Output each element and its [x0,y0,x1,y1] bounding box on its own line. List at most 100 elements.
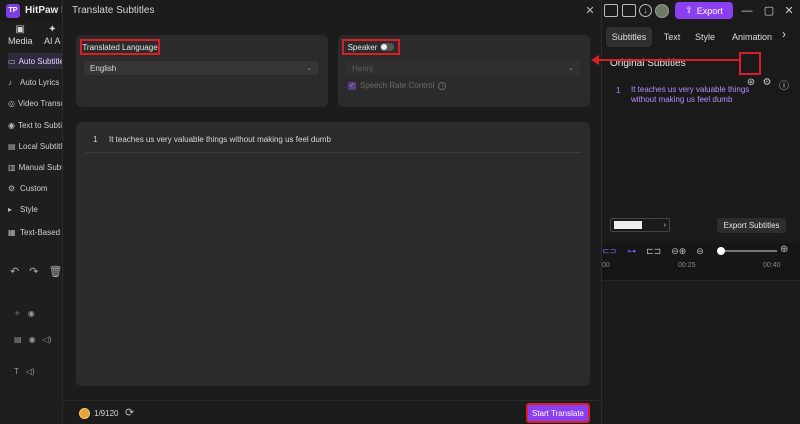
split-icon[interactable]: ⊶ [627,246,636,257]
timeline-toolbar: ⊂⊃ ⊶ ⊏⊐ ⊖⊕ ⊖ [602,246,704,257]
export-subtitles-button[interactable]: Export Subtitles [717,218,786,233]
avatar[interactable] [655,4,669,18]
export-button[interactable]: ⇪ Export [675,2,733,19]
sidebar-item-auto-lyrics[interactable]: ♪ Auto Lyrics [8,74,62,90]
style-preset-selector[interactable]: › [610,218,670,232]
zoom-slider-track[interactable] [719,250,777,252]
effect-icon[interactable]: ✧ [14,309,21,318]
checkbox-icon[interactable]: ✓ [348,81,356,90]
speech-rate-label: Speech Rate Control [360,81,435,90]
delete-icon[interactable]: 🗑 [48,265,62,278]
sidebar-item-custom[interactable]: ⚙ Custom [8,180,62,196]
timeline: ⊂⊃ ⊶ ⊏⊐ ⊖⊕ ⊖ ⊕ 00 00:25 00:40 [602,242,800,424]
maximize-icon[interactable]: ▢ [762,4,776,18]
sidebar-item-style[interactable]: ▸ Style [8,201,62,217]
speaker-card: Speaker Henry ⌄ ✓ Speech Rate Control i [338,35,590,107]
speaker-toggle[interactable] [380,43,395,51]
text-track-icon[interactable]: T [14,367,19,376]
language-select[interactable]: English ⌄ [84,61,318,75]
sidebar-item-video-transcription[interactable]: ◎ Video Transcription [8,95,62,111]
sidebar-item-manual-subtitles[interactable]: ▥ Manual Subtitles [8,159,62,175]
subtitle-text[interactable]: It teaches us very valuable things witho… [631,85,771,105]
close-icon[interactable]: ✕ [584,4,596,17]
visibility-icon[interactable]: ◉ [28,309,35,318]
ruler-tick: 00 [602,262,610,269]
edit-toolbar: ↶ ↷ 🗑 [10,265,62,278]
app-logo: TP [6,4,20,18]
left-panel: ▣ Media ✦ AI A ▭ Auto Subtitles ♪ Auto L… [0,22,62,424]
custom-icon: ⚙ [8,183,16,193]
chevron-right-icon[interactable]: › [782,27,786,41]
ruler-tick: 00:40 [763,262,781,269]
tab-subtitles[interactable]: Subtitles [606,27,652,47]
local-subtitles-icon: ▤ [8,141,16,151]
tab-style[interactable]: Style [690,27,720,47]
zoom-slider-handle[interactable] [717,247,725,255]
speaker-label: Speaker [347,42,378,52]
track-controls-1: ✧ ◉ [14,309,35,318]
annotation-arrow-head [591,55,599,65]
caret-right-icon: ▸ [8,204,13,214]
translated-language-label: Translated Language [80,39,160,55]
zoom-in-icon[interactable]: ⊕ [780,244,788,255]
voice-select[interactable]: Henry ⌄ [346,61,580,75]
audio-icon[interactable]: ◁) [43,335,52,344]
tab-media[interactable]: ▣ Media [8,24,33,46]
sidebar-item-auto-subtitles[interactable]: ▭ Auto Subtitles [8,53,62,69]
audio-icon[interactable]: ◁) [26,367,35,376]
track-controls-3: T ◁) [14,367,35,376]
row-divider [85,152,581,153]
credits-count: 1/9120 [94,409,119,418]
sidebar-item-text-to-subtitles[interactable]: ◉ Text to Subtitles [8,117,62,133]
tab-animation[interactable]: Animation [726,27,778,47]
sidebar-item-text-based[interactable]: ▦ Text-Based [8,224,62,240]
track-controls-2: ▤ ◉ ◁) [14,335,51,344]
cc-icon: ▭ [8,56,16,66]
info-icon[interactable]: ⓘ [778,77,790,92]
row-number: 1 [93,135,98,144]
annotation-highlight [739,52,761,75]
detach-icon[interactable]: ⊏⊐ [646,246,661,257]
subtitle-number: 1 [616,86,621,95]
sidebar-item-local-subtitles[interactable]: ▤ Local Subtitles [8,138,62,154]
undo-icon[interactable]: ↶ [10,265,19,278]
zoom-out-icon[interactable]: ⊖ [696,246,704,257]
info-icon[interactable]: i [438,81,447,90]
chevron-right-icon: › [663,221,666,229]
coin-icon [79,408,90,419]
translated-language-card: Translated Language English ⌄ [76,35,328,107]
redo-icon[interactable]: ↷ [29,265,38,278]
ai-icon: ✦ [48,24,57,35]
app-window: TP HitPaw Ed ↓ ⇪ Export — ▢ ✕ ▣ Media ✦ … [0,0,800,424]
music-icon: ♪ [8,77,12,87]
message-icon[interactable] [622,4,636,17]
chat-icon[interactable] [604,4,618,17]
export-label: Export [696,5,723,16]
speaker-label-box: Speaker [342,39,400,55]
video-transcription-icon: ◎ [8,98,15,108]
close-app-icon[interactable]: ✕ [782,4,796,18]
visibility-icon[interactable]: ◉ [29,335,36,344]
download-icon[interactable]: ↓ [639,4,652,17]
dialog-footer: 1/9120 ⟳ Start Translate [63,400,603,424]
chevron-down-icon: ⌄ [306,65,312,72]
row-text[interactable]: It teaches us very valuable things witho… [109,135,331,144]
start-translate-button[interactable]: Start Translate [526,403,590,423]
refresh-icon[interactable]: ⟳ [125,406,134,419]
manual-subtitles-icon: ▥ [8,162,16,172]
timeline-tracks[interactable] [602,280,800,424]
translate-subtitles-dialog: Translate Subtitles ✕ Translated Languag… [62,0,603,424]
link-icon[interactable]: ⊂⊃ [602,246,617,257]
subtitle-list: 1 It teaches us very valuable things wit… [76,122,590,386]
minimize-icon[interactable]: — [740,4,754,18]
speech-rate-control[interactable]: ✓ Speech Rate Control i [348,81,447,90]
text-based-icon: ▦ [8,227,16,237]
tab-text[interactable]: Text [656,27,688,47]
annotation-arrow-line [598,59,739,61]
chevron-down-icon: ⌄ [568,65,574,72]
text-to-subtitles-icon: ◉ [8,120,15,130]
fit-icon[interactable]: ⊖⊕ [671,246,686,257]
ruler-tick: 00:25 [678,262,696,269]
tab-ai[interactable]: ✦ AI A [44,24,61,46]
video-track-icon[interactable]: ▤ [14,335,22,344]
